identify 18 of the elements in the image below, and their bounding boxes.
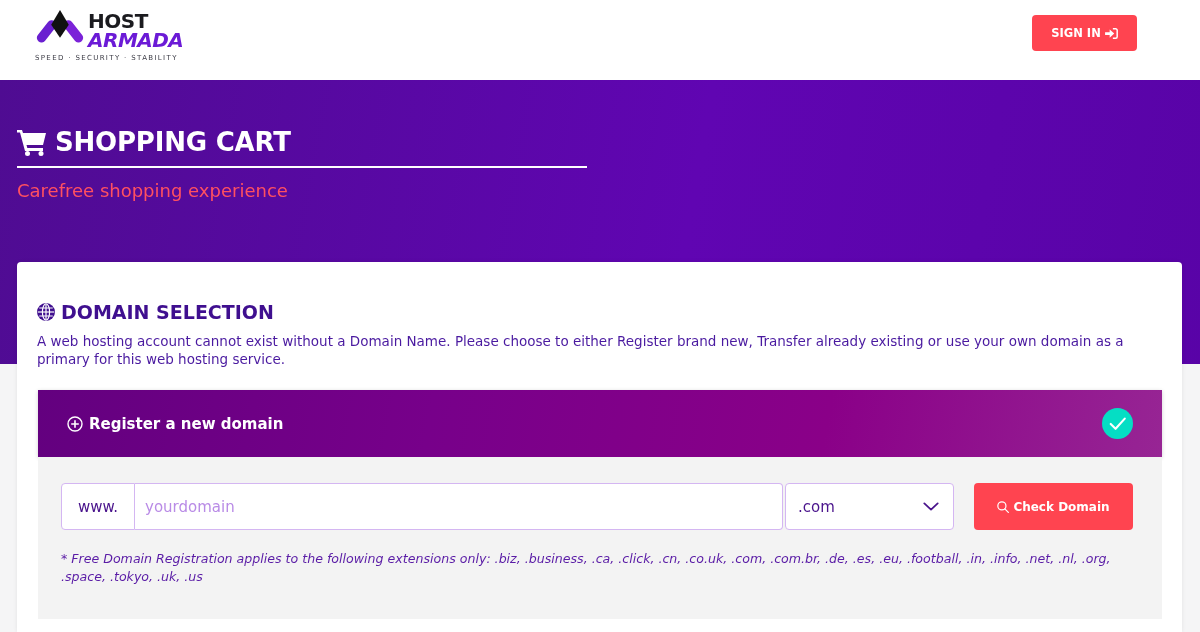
- www-prefix: www.: [61, 483, 135, 530]
- page-title: SHOPPING CART: [55, 126, 291, 158]
- logo-text: ARMADA: [88, 31, 184, 50]
- check-circle-icon: [1102, 408, 1133, 439]
- cart-icon: [17, 128, 47, 156]
- domain-input[interactable]: yourdomain: [135, 483, 783, 530]
- globe-icon: [37, 303, 55, 321]
- logo-text: HOST: [88, 12, 150, 31]
- page-subtitle: Carefree shopping experience: [17, 179, 288, 203]
- free-domain-note: * Free Domain Registration applies to the following extensions only: .biz, .business, .ca, .click, .cn, .co.uk, .com, .com.br, .de, .es, .eu, .football, .in, .info, .net, .nl, .org, .space, .tokyo, .uk, .us: [61, 550, 1112, 586]
- plus-circle-icon: [67, 415, 83, 432]
- domain-option-tab[interactable]: Register a new domain: [38, 390, 1162, 457]
- section-description: A web hosting account cannot exist without a Domain Name. Please choose to either Register brand new, Transfer already existing or use your own domain as a primary for this web hosting service.: [37, 332, 1125, 368]
- extension-select[interactable]: .com: [785, 483, 954, 530]
- section-title: DOMAIN SELECTION: [61, 300, 274, 324]
- chevron-down-icon: [923, 502, 939, 511]
- search-icon: [997, 500, 1010, 513]
- sign-in-icon: [1104, 27, 1118, 39]
